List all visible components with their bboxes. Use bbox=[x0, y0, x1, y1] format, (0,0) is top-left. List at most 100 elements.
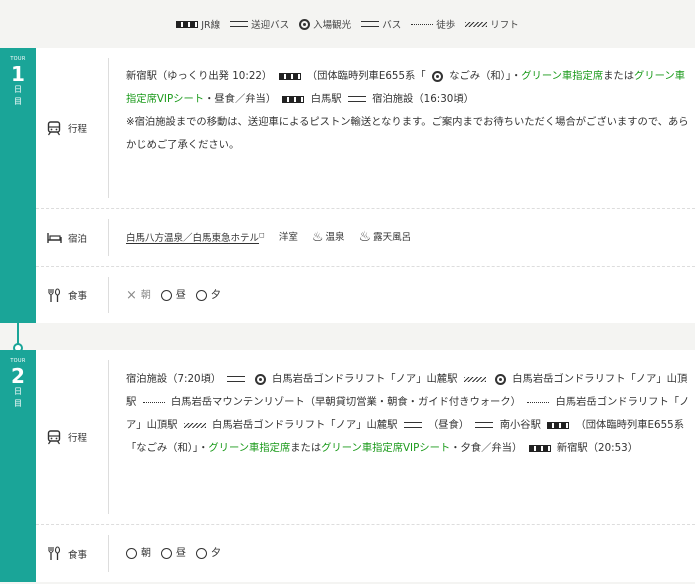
itinerary-row: 行程 宿泊施設（7:20頃） 白馬岩岳ゴンドラリフト「ノア」山麓駅 白馬岩岳ゴン… bbox=[36, 350, 695, 524]
circle-icon bbox=[126, 548, 137, 559]
cutlery-icon bbox=[46, 546, 62, 562]
day-char: 日 bbox=[14, 85, 22, 94]
walk-icon bbox=[411, 23, 434, 25]
circle-icon bbox=[195, 289, 207, 301]
legend-walk-label: 徒歩 bbox=[436, 20, 456, 31]
itinerary-segment: 新宿駅（ゆっくり出発 10:22） bbox=[126, 70, 273, 82]
shuttle-bus-icon bbox=[347, 96, 366, 102]
tour-day-2: TOUR 2 日 目 行程 宿泊施設（7:20頃） 白馬岩岳ゴンドラリフト「ノア… bbox=[0, 350, 695, 582]
rotenburo-label: 露天風呂 bbox=[373, 232, 412, 243]
legend-bus: バス bbox=[361, 17, 401, 31]
onsen-label: 温泉 bbox=[325, 232, 345, 243]
itinerary-segment: なごみ（和）」・ bbox=[449, 70, 522, 82]
meal-row: 食事 朝 昼 夕 bbox=[36, 525, 695, 582]
green-car-link[interactable]: グリーン車指定席 bbox=[208, 442, 290, 454]
legend-sight: 入場観光 bbox=[299, 17, 351, 31]
meal-label: 食事 bbox=[68, 291, 88, 302]
onsen-icon: ♨ bbox=[311, 230, 324, 245]
meal-dinner-label: 夕 bbox=[210, 289, 221, 301]
itinerary-row: 行程 新宿駅（ゆっくり出発 10:22） （団体臨時列車E655系「 なごみ（和… bbox=[36, 48, 695, 208]
itinerary-segment: （団体臨時列車E655系「 bbox=[306, 70, 426, 82]
jr-line-icon bbox=[547, 421, 570, 429]
hotel-link[interactable]: 白馬八方温泉／白馬東急ホテル bbox=[126, 234, 259, 245]
circle-icon bbox=[196, 548, 207, 559]
jr-line-icon bbox=[176, 20, 199, 28]
transport-legend: JR線 送迎バス 入場観光 バス 徒歩 リフト bbox=[0, 0, 695, 48]
legend-shuttle: 送迎バス bbox=[230, 17, 289, 31]
lift-icon bbox=[463, 376, 486, 382]
legend-lift: リフト bbox=[465, 17, 519, 31]
train-icon bbox=[46, 429, 62, 445]
lift-icon bbox=[183, 422, 206, 428]
meal-lunch: 昼 bbox=[161, 542, 186, 565]
itinerary-segment: 宿泊施設（16:30頃） bbox=[372, 93, 474, 105]
walk-icon bbox=[142, 401, 165, 403]
bus-icon bbox=[475, 422, 494, 428]
itinerary-category: 行程 bbox=[36, 350, 108, 524]
sightseeing-icon bbox=[494, 373, 506, 385]
meal-breakfast: × 朝 bbox=[126, 284, 151, 307]
room-type: 洋室 bbox=[278, 232, 298, 243]
day-number: 1 bbox=[11, 62, 25, 86]
external-link-icon: ◻ bbox=[259, 231, 265, 240]
green-car-vip-link[interactable]: グリーン車指定席VIPシート bbox=[321, 442, 450, 454]
meal-breakfast: 朝 bbox=[126, 542, 151, 565]
meal-dinner-label: 夕 bbox=[211, 548, 221, 559]
itinerary-segment: ・夕食／弁当） bbox=[450, 442, 523, 454]
lift-icon bbox=[465, 21, 488, 27]
itinerary-category: 行程 bbox=[36, 48, 108, 208]
bus-icon bbox=[361, 21, 380, 27]
tour-day-1: TOUR 1 日 目 行程 新宿駅（ゆっくり出発 10:22） （団体臨時列車E… bbox=[0, 48, 695, 323]
x-icon: × bbox=[126, 287, 137, 303]
day-char: 日 bbox=[14, 387, 22, 396]
lodging-details: 白馬八方温泉／白馬東急ホテル◻ 洋室 ♨ 温泉 ♨ 露天風呂 bbox=[109, 209, 695, 266]
meal-lunch-label: 昼 bbox=[176, 548, 186, 559]
rotenburo-icon: ♨ bbox=[358, 229, 372, 245]
itinerary-text: 宿泊施設（7:20頃） 白馬岩岳ゴンドラリフト「ノア」山麓駅 白馬岩岳ゴンドラリ… bbox=[109, 350, 695, 524]
legend-jr-label: JR線 bbox=[201, 20, 221, 31]
itinerary-note: ※宿泊施設までの移動は、送迎車によるピストン輸送となります。ご案内までお待ちいた… bbox=[126, 116, 689, 151]
day-number: 2 bbox=[11, 364, 25, 388]
itinerary-segment: 新宿駅（20:53） bbox=[556, 442, 638, 454]
itinerary-segment: 白馬駅 bbox=[310, 93, 342, 105]
itinerary-segment: （昼食） bbox=[427, 419, 470, 431]
meal-details: 朝 昼 夕 bbox=[109, 525, 695, 582]
meal-lunch: 昼 bbox=[160, 284, 186, 307]
legend-lift-label: リフト bbox=[490, 20, 519, 31]
shuttle-bus-icon bbox=[227, 376, 246, 382]
green-car-link[interactable]: グリーン車指定席 bbox=[521, 70, 603, 82]
lodging-category: 宿泊 bbox=[36, 209, 108, 266]
lodging-label: 宿泊 bbox=[68, 233, 88, 245]
meal-breakfast-label: 朝 bbox=[140, 289, 151, 301]
bus-icon bbox=[403, 422, 422, 428]
walk-icon bbox=[527, 401, 550, 403]
jr-line-icon bbox=[278, 72, 301, 80]
meal-row: 食事 × 朝 昼 夕 bbox=[36, 267, 695, 323]
day-char: 目 bbox=[14, 97, 22, 106]
sightseeing-icon bbox=[299, 18, 311, 30]
bed-icon bbox=[46, 230, 62, 246]
sightseeing-icon bbox=[431, 70, 443, 82]
day-tab: TOUR 2 日 目 bbox=[0, 350, 36, 582]
legend-sight-label: 入場観光 bbox=[313, 20, 352, 31]
itinerary-segment: 南小谷駅 bbox=[499, 419, 541, 431]
itinerary-segment: 白馬岩岳ゴンドラリフト「ノア」山麓駅 bbox=[272, 373, 458, 385]
itinerary-label: 行程 bbox=[68, 124, 88, 135]
itinerary-label: 行程 bbox=[68, 433, 88, 444]
itinerary-segment: または bbox=[603, 70, 635, 82]
itinerary-segment: または bbox=[290, 442, 322, 454]
itinerary-segment: ・昼食／弁当） bbox=[204, 93, 277, 105]
meal-category: 食事 bbox=[36, 525, 108, 582]
jr-line-icon bbox=[282, 95, 305, 103]
meal-label: 食事 bbox=[68, 549, 88, 561]
legend-jr: JR線 bbox=[176, 17, 220, 31]
meal-lunch-label: 昼 bbox=[175, 289, 186, 301]
circle-icon bbox=[161, 548, 172, 559]
legend-shuttle-label: 送迎バス bbox=[251, 20, 290, 31]
day-char: 目 bbox=[14, 399, 22, 408]
meal-dinner: 夕 bbox=[195, 284, 221, 307]
jr-line-icon bbox=[528, 444, 551, 452]
itinerary-text: 新宿駅（ゆっくり出発 10:22） （団体臨時列車E655系「 なごみ（和）」・… bbox=[109, 48, 695, 208]
legend-bus-label: バス bbox=[382, 20, 402, 31]
meal-dinner: 夕 bbox=[196, 542, 221, 565]
